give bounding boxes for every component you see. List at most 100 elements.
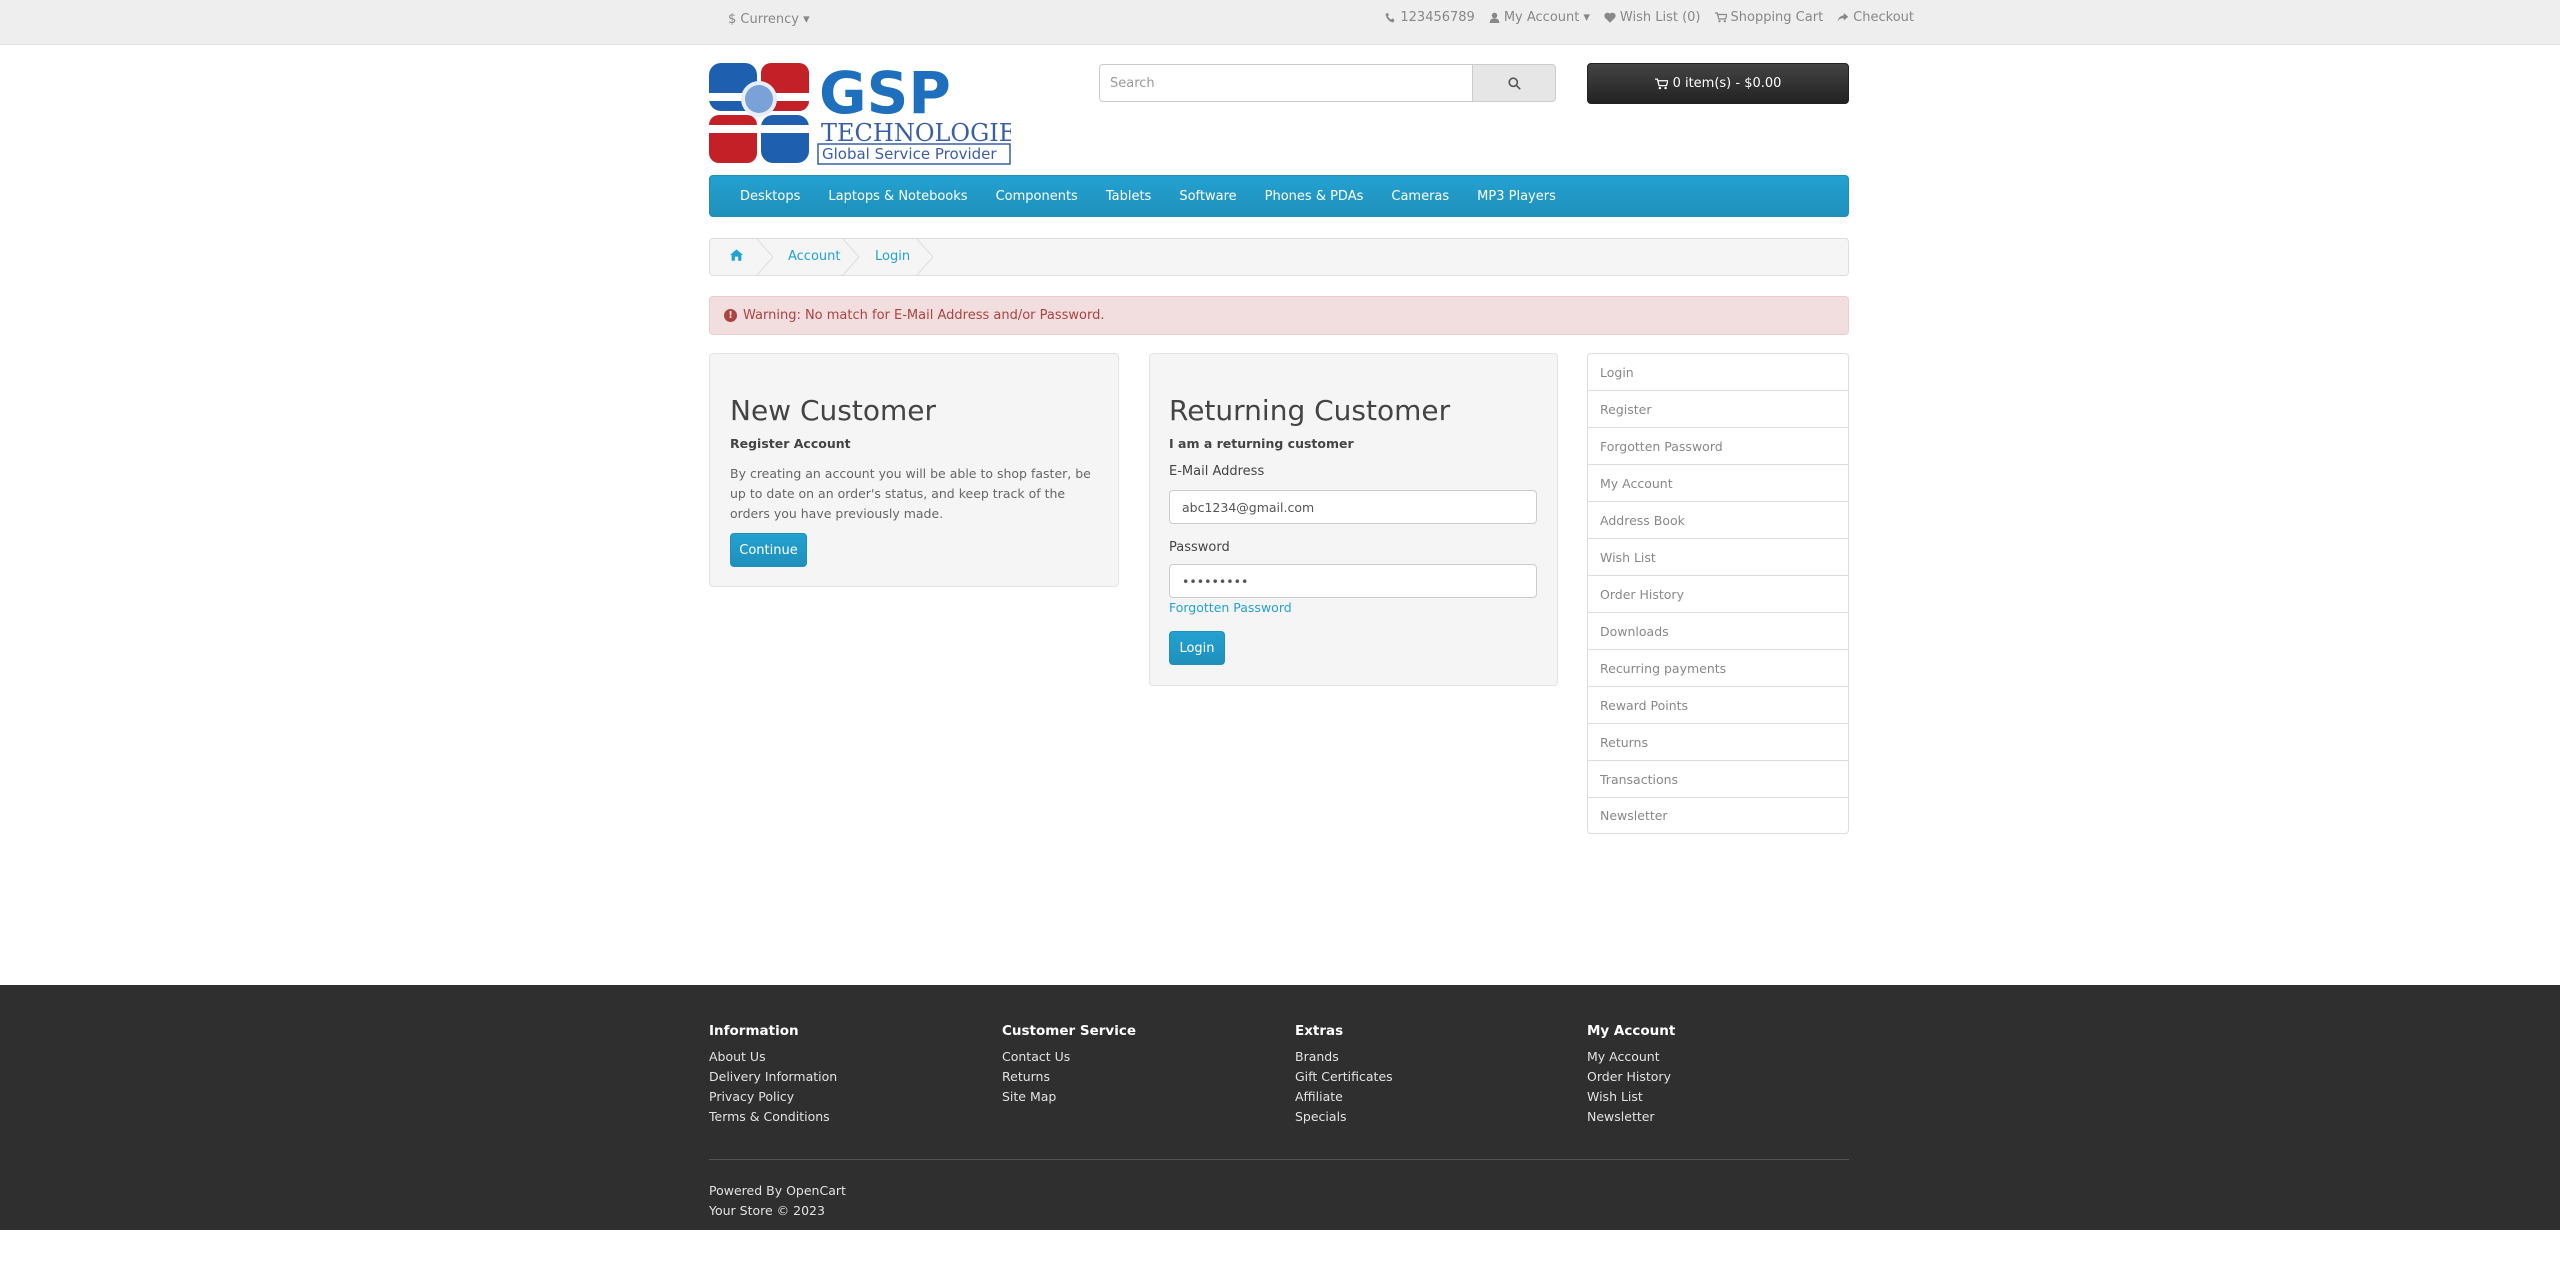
- continue-button[interactable]: Continue: [730, 533, 807, 567]
- footer-link-about-us[interactable]: About Us: [709, 1047, 837, 1067]
- wish-list-link[interactable]: Wish List (0): [1604, 10, 1701, 25]
- menu-item-phones[interactable]: Phones & PDAs: [1251, 189, 1378, 204]
- footer-information: Information About Us Delivery Informatio…: [709, 1023, 837, 1127]
- breadcrumb-account[interactable]: Account: [788, 249, 841, 264]
- forgotten-password-link[interactable]: Forgotten Password: [1169, 600, 1292, 615]
- footer-link-delivery[interactable]: Delivery Information: [709, 1067, 837, 1087]
- menu-item-desktops[interactable]: Desktops: [726, 189, 814, 204]
- footer-link-brands[interactable]: Brands: [1295, 1047, 1393, 1067]
- footer-link-privacy[interactable]: Privacy Policy: [709, 1087, 837, 1107]
- breadcrumb-separator: [756, 239, 774, 275]
- breadcrumb-separator: [916, 239, 934, 275]
- footer-customer-service: Customer Service Contact Us Returns Site…: [1002, 1023, 1136, 1107]
- sidebar-item-register[interactable]: Register: [1587, 390, 1849, 427]
- share-icon: [1837, 13, 1849, 22]
- my-account-dropdown[interactable]: My Account ▾: [1489, 10, 1590, 25]
- checkout-link[interactable]: Checkout: [1837, 10, 1914, 25]
- heart-icon: [1604, 12, 1616, 23]
- password-label: Password: [1169, 540, 1230, 555]
- search-group: [1099, 64, 1557, 102]
- email-field[interactable]: [1169, 490, 1537, 524]
- returning-customer-panel: Returning Customer I am a returning cust…: [1149, 353, 1558, 686]
- phone-link[interactable]: 123456789: [1385, 10, 1475, 25]
- user-icon: [1489, 12, 1500, 23]
- warning-alert: ! Warning: No match for E-Mail Address a…: [709, 296, 1849, 335]
- footer-link-wish-list[interactable]: Wish List: [1587, 1087, 1675, 1107]
- menu-item-cameras[interactable]: Cameras: [1377, 189, 1463, 204]
- sidebar-item-newsletter[interactable]: Newsletter: [1587, 797, 1849, 834]
- my-account-label: My Account: [1503, 10, 1580, 25]
- cart-button[interactable]: 0 item(s) - $0.00: [1587, 63, 1849, 104]
- menu-item-components[interactable]: Components: [982, 189, 1092, 204]
- logo-line2: Global Service Provider: [822, 145, 997, 163]
- caret-down-icon: ▾: [1583, 10, 1590, 25]
- breadcrumb-separator: [842, 239, 860, 275]
- sidebar-item-order-history[interactable]: Order History: [1587, 575, 1849, 612]
- password-field[interactable]: [1169, 564, 1537, 598]
- sidebar-item-forgotten-password[interactable]: Forgotten Password: [1587, 427, 1849, 464]
- sidebar-item-reward-points[interactable]: Reward Points: [1587, 686, 1849, 723]
- account-sidebar: Login Register Forgotten Password My Acc…: [1587, 353, 1849, 834]
- footer-link-my-account[interactable]: My Account: [1587, 1047, 1675, 1067]
- currency-dropdown[interactable]: $ Currency ▾: [728, 12, 810, 27]
- cart-icon: [1654, 77, 1668, 89]
- breadcrumb: Account Login: [709, 238, 1849, 276]
- top-links: 123456789 My Account ▾ Wish List (0) Sho…: [1385, 10, 1914, 25]
- store-logo[interactable]: GSP TECHNOLOGIES Global Service Provider: [709, 59, 1033, 167]
- breadcrumb-home[interactable]: [730, 249, 743, 265]
- footer-link-specials[interactable]: Specials: [1295, 1107, 1393, 1127]
- shopping-cart-label: Shopping Cart: [1730, 10, 1824, 25]
- sidebar-item-transactions[interactable]: Transactions: [1587, 760, 1849, 797]
- footer-powered-by: Powered By OpenCart Your Store © 2023: [709, 1181, 846, 1221]
- footer-heading: Information: [709, 1023, 799, 1039]
- checkout-label: Checkout: [1853, 10, 1914, 25]
- footer-link-affiliate[interactable]: Affiliate: [1295, 1087, 1393, 1107]
- breadcrumb-login[interactable]: Login: [875, 249, 910, 264]
- register-account-heading: Register Account: [730, 436, 851, 451]
- dollar-icon: $: [728, 12, 737, 27]
- sidebar-item-returns[interactable]: Returns: [1587, 723, 1849, 760]
- wish-list-label: Wish List (0): [1619, 10, 1701, 25]
- email-label: E-Mail Address: [1169, 464, 1265, 479]
- footer-link-contact[interactable]: Contact Us: [1002, 1047, 1136, 1067]
- menu-item-laptops[interactable]: Laptops & Notebooks: [814, 189, 981, 204]
- login-button[interactable]: Login: [1169, 631, 1225, 665]
- sidebar-item-my-account[interactable]: My Account: [1587, 464, 1849, 501]
- sidebar-item-wish-list[interactable]: Wish List: [1587, 538, 1849, 575]
- search-input[interactable]: [1099, 64, 1492, 102]
- logo-line1: TECHNOLOGIES: [821, 119, 1011, 147]
- footer-link-terms[interactable]: Terms & Conditions: [709, 1107, 837, 1127]
- home-icon: [730, 249, 743, 261]
- menu-item-mp3[interactable]: MP3 Players: [1463, 189, 1570, 204]
- warning-text: Warning: No match for E-Mail Address and…: [743, 308, 1105, 323]
- footer-heading: Customer Service: [1002, 1023, 1136, 1039]
- footer-link-returns[interactable]: Returns: [1002, 1067, 1136, 1087]
- footer-link-newsletter[interactable]: Newsletter: [1587, 1107, 1675, 1127]
- copyright-text: Your Store © 2023: [709, 1203, 825, 1218]
- returning-customer-title: Returning Customer: [1169, 394, 1451, 427]
- phone-number: 123456789: [1400, 10, 1475, 25]
- menu-item-software[interactable]: Software: [1165, 189, 1250, 204]
- footer-link-order-history[interactable]: Order History: [1587, 1067, 1675, 1087]
- opencart-link[interactable]: OpenCart: [786, 1183, 846, 1198]
- shopping-cart-link[interactable]: Shopping Cart: [1714, 10, 1824, 25]
- sidebar-item-recurring-payments[interactable]: Recurring payments: [1587, 649, 1849, 686]
- sidebar-item-login[interactable]: Login: [1587, 353, 1849, 390]
- sidebar-item-address-book[interactable]: Address Book: [1587, 501, 1849, 538]
- logo-mark: GSP TECHNOLOGIES Global Service Provider: [709, 59, 1033, 165]
- footer-link-gift-certificates[interactable]: Gift Certificates: [1295, 1067, 1393, 1087]
- search-icon: [1507, 76, 1521, 90]
- new-customer-panel: New Customer Register Account By creatin…: [709, 353, 1119, 587]
- top-bar: $ Currency ▾ 123456789 My Account ▾ Wish…: [0, 0, 2560, 45]
- footer: Information About Us Delivery Informatio…: [0, 985, 2560, 1230]
- new-customer-title: New Customer: [730, 394, 936, 427]
- sidebar-item-downloads[interactable]: Downloads: [1587, 612, 1849, 649]
- caret-down-icon: ▾: [803, 12, 810, 27]
- search-button[interactable]: [1472, 64, 1556, 102]
- menu-item-tablets[interactable]: Tablets: [1092, 189, 1166, 204]
- phone-icon: [1386, 12, 1395, 23]
- powered-by-text: Powered By: [709, 1183, 783, 1198]
- cart-total: 0 item(s) - $0.00: [1672, 76, 1782, 91]
- footer-link-site-map[interactable]: Site Map: [1002, 1087, 1136, 1107]
- new-customer-description: By creating an account you will be able …: [730, 466, 1091, 521]
